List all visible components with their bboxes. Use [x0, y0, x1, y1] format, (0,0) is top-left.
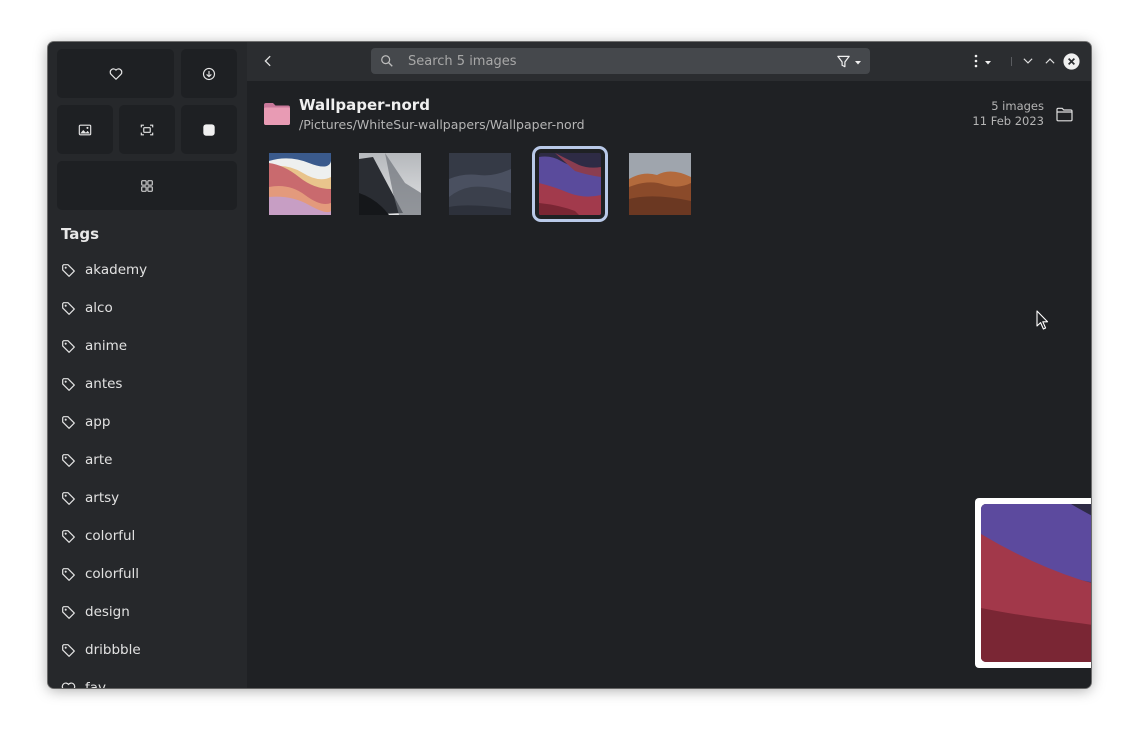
tag-item[interactable]: alco: [48, 289, 247, 327]
tag-item[interactable]: fav: [48, 669, 247, 688]
tag-item[interactable]: colorfull: [48, 555, 247, 593]
wallpaper-image: [269, 153, 331, 215]
chevron-up-icon: [1045, 58, 1055, 64]
tags-heading: Tags: [61, 225, 100, 243]
wallpaper-image: [629, 153, 691, 215]
mouse-pointer-icon: [1036, 310, 1049, 330]
tag-icon: [62, 377, 75, 391]
tag-label: alco: [85, 300, 113, 316]
downloads-button[interactable]: [181, 49, 237, 98]
thumbnail-4[interactable]: [532, 146, 608, 222]
tag-label: colorful: [85, 528, 136, 544]
thumbnail-3[interactable]: [449, 153, 511, 215]
tag-item[interactable]: design: [48, 593, 247, 631]
wallpaper-image: [359, 153, 421, 215]
back-button[interactable]: [259, 52, 277, 70]
tag-label: arte: [85, 452, 113, 468]
tag-label: colorfull: [85, 566, 140, 582]
heart-icon: [109, 67, 122, 80]
tag-icon: [62, 529, 75, 543]
collection-button[interactable]: [181, 105, 237, 154]
tag-icon: [62, 415, 75, 429]
all-images-button[interactable]: [57, 161, 237, 210]
search-icon: [381, 55, 393, 67]
folder-date: 11 Feb 2023: [972, 114, 1044, 128]
toolbar: [247, 42, 1091, 81]
thumbnail-2[interactable]: [359, 153, 421, 215]
tag-item[interactable]: artsy: [48, 479, 247, 517]
kebab-menu-icon: [974, 54, 977, 68]
image-icon: [78, 124, 92, 135]
folder-icon: [264, 103, 290, 125]
toolbar-separator: [1009, 52, 1013, 70]
tag-icon: [62, 643, 75, 657]
tag-icon: [62, 453, 75, 467]
tag-item[interactable]: dribbble: [48, 631, 247, 669]
minimize-button[interactable]: [1019, 52, 1037, 70]
main-area: Wallpaper-nord /Pictures/WhiteSur-wallpa…: [247, 42, 1091, 688]
app-window: Tags akademy alco anime antes app arte a…: [48, 42, 1091, 688]
close-button[interactable]: [1062, 52, 1080, 70]
favorites-button[interactable]: [57, 49, 174, 98]
thumbnail-1[interactable]: [269, 153, 331, 215]
filter-icon: [837, 55, 850, 67]
tag-list: akademy alco anime antes app arte artsy …: [48, 251, 247, 688]
folder-path: /Pictures/WhiteSur-wallpapers/Wallpaper-…: [299, 117, 585, 132]
filter-button[interactable]: [836, 53, 864, 69]
tag-icon: [62, 339, 75, 353]
dropdown-arrow-icon: [984, 61, 991, 65]
tag-label: design: [85, 604, 130, 620]
thumbnail-5[interactable]: [629, 153, 691, 215]
menu-button[interactable]: [969, 52, 995, 70]
search-input[interactable]: [406, 52, 820, 70]
close-icon: [1062, 52, 1080, 70]
tag-icon: [62, 567, 75, 581]
tag-label: anime: [85, 338, 128, 354]
tag-item[interactable]: app: [48, 403, 247, 441]
screenshots-button[interactable]: [119, 105, 175, 154]
tag-icon: [62, 491, 75, 505]
tag-icon: [62, 605, 75, 619]
preview-image: [981, 504, 1091, 662]
maximize-button[interactable]: [1041, 52, 1059, 70]
tag-item[interactable]: akademy: [48, 251, 247, 289]
chevron-down-icon: [1023, 58, 1033, 64]
selection-preview[interactable]: 5: [975, 498, 1091, 668]
tag-icon: [62, 263, 75, 277]
folder-name: Wallpaper-nord: [299, 96, 430, 114]
search-box: [371, 48, 870, 74]
tag-item[interactable]: anime: [48, 327, 247, 365]
pictures-button[interactable]: [57, 105, 113, 154]
heart-icon: [61, 681, 76, 688]
open-folder-button[interactable]: [1056, 107, 1073, 122]
screenshot-icon: [140, 124, 154, 135]
rounded-square-icon: [203, 123, 215, 136]
image-count: 5 images: [991, 99, 1044, 113]
tag-item[interactable]: arte: [48, 441, 247, 479]
wallpaper-image: [449, 153, 511, 215]
tag-item[interactable]: colorful: [48, 517, 247, 555]
chevron-left-icon: [264, 55, 271, 67]
tag-item[interactable]: antes: [48, 365, 247, 403]
download-icon: [202, 67, 216, 80]
tag-label: fav: [85, 680, 107, 688]
tag-label: app: [85, 414, 111, 430]
tag-label: dribbble: [85, 642, 141, 658]
wallpaper-image: [539, 153, 601, 215]
tag-label: artsy: [85, 490, 120, 506]
dropdown-arrow-icon: [855, 61, 861, 65]
sidebar: Tags akademy alco anime antes app arte a…: [48, 42, 247, 688]
grid-icon: [141, 179, 153, 192]
tag-icon: [62, 301, 75, 315]
tag-label: antes: [85, 376, 123, 392]
tag-label: akademy: [85, 262, 148, 278]
